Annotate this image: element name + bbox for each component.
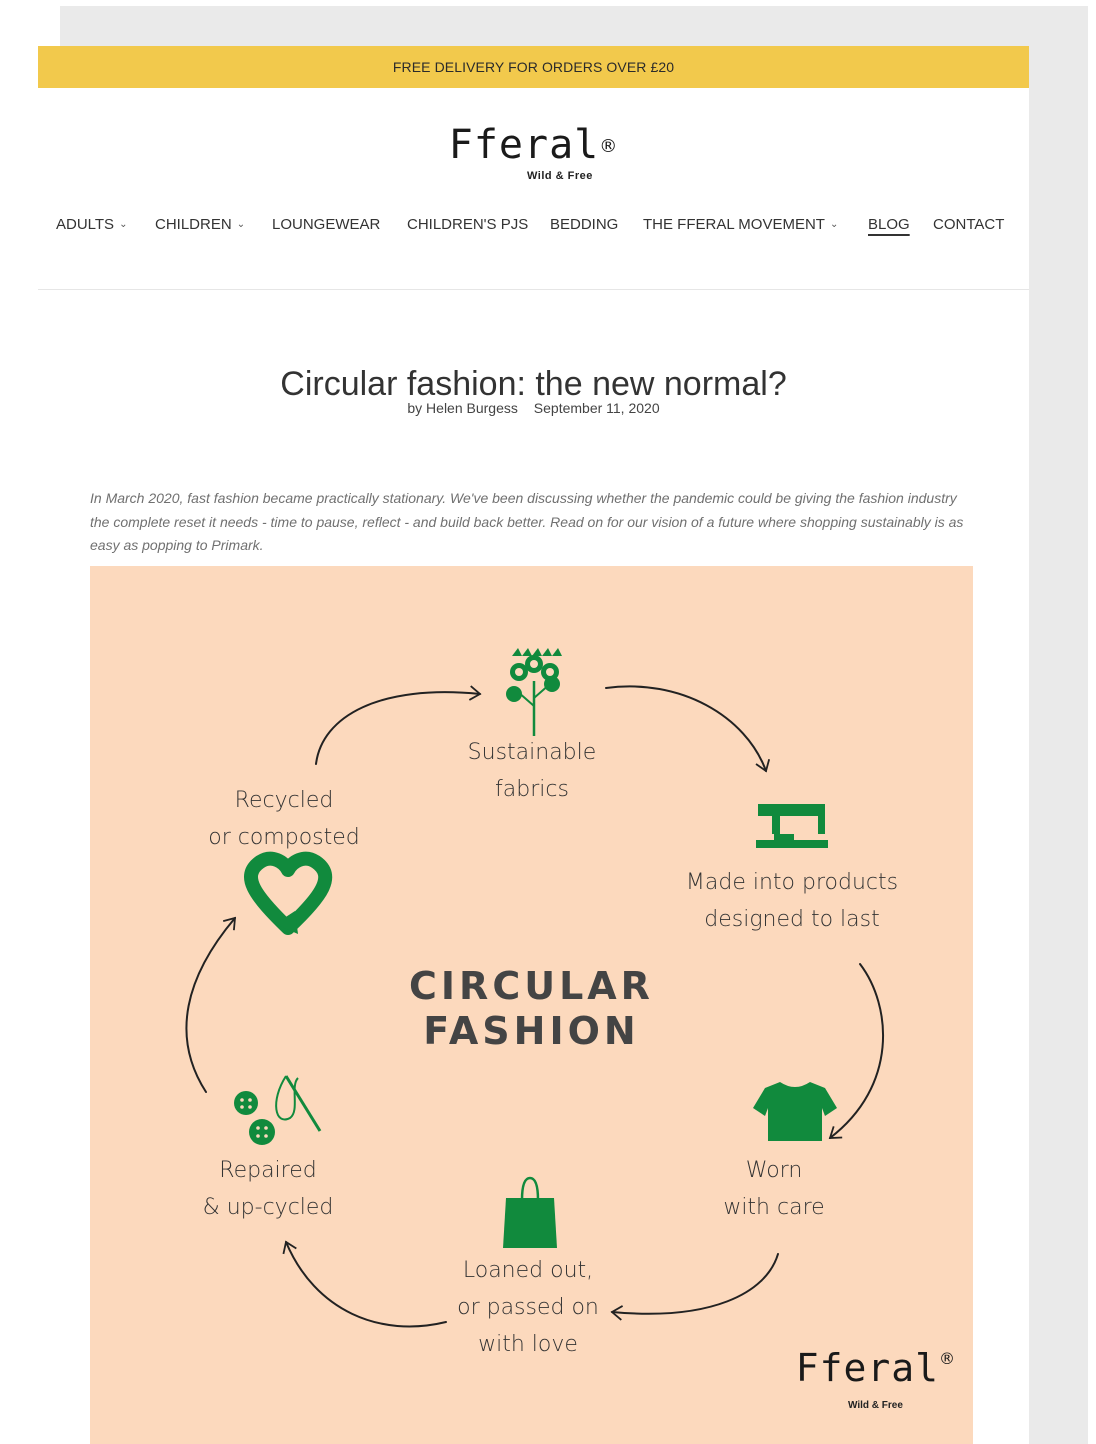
- cycle-arrow: [610, 1253, 779, 1321]
- infographic-watermark: Fferal® Wild & Free: [795, 1346, 956, 1411]
- nav-item-childrens-pjs[interactable]: CHILDREN'S PJS: [407, 216, 528, 233]
- nav-item-adults[interactable]: ADULTS ⌄: [56, 216, 127, 233]
- nav-item-blog[interactable]: BLOG: [868, 216, 910, 233]
- web-page: FREE DELIVERY FOR ORDERS OVER £20 Fferal…: [38, 46, 1029, 1444]
- buttons-needle-icon: [234, 1075, 322, 1145]
- nav-item-bedding[interactable]: BEDDING: [550, 216, 618, 233]
- step-loaned-out: Loaned out, or passed on with love: [457, 1258, 599, 1357]
- registered-mark: ®: [599, 136, 619, 157]
- chevron-down-icon: ⌄: [119, 219, 128, 230]
- promo-banner-text: FREE DELIVERY FOR ORDERS OVER £20: [392, 59, 675, 75]
- circular-fashion-infographic: Sustainable fabrics Made into products d…: [90, 566, 973, 1444]
- nav-item-loungewear[interactable]: LOUNGEWEAR: [272, 216, 380, 233]
- article-date: September 11, 2020: [533, 400, 660, 416]
- shopping-bag-icon: [503, 1176, 557, 1248]
- sewing-machine-icon: [756, 804, 828, 848]
- step-worn-with-care: Worn with care: [723, 1158, 825, 1220]
- logo-text: Fferal: [448, 122, 600, 168]
- recycle-heart-icon: [244, 851, 333, 935]
- article-title: Circular fashion: the new normal?: [280, 364, 787, 403]
- header-divider: [38, 289, 1029, 290]
- step-recycled-composted: Recycled or composted: [208, 788, 360, 850]
- nav-item-children[interactable]: CHILDREN ⌄: [155, 216, 245, 233]
- nav-item-fferal-movement[interactable]: THE FFERAL MOVEMENT ⌄: [643, 216, 838, 233]
- cycle-arrow: [605, 685, 771, 773]
- main-nav: ADULTS ⌄ CHILDREN ⌄ LOUNGEWEAR CHILDREN'S …: [38, 216, 1029, 246]
- cycle-arrow: [282, 1240, 447, 1328]
- tshirt-icon: [753, 1082, 837, 1141]
- cotton-plant-icon: [506, 648, 562, 736]
- chevron-down-icon: ⌄: [829, 219, 839, 230]
- infographic-title: CIRCULAR FASHION: [409, 964, 654, 1053]
- article-intro: In March 2020, fast fashion became pract…: [90, 490, 964, 553]
- step-made-into-products: Made into products designed to last: [685, 870, 899, 932]
- nav-item-contact[interactable]: CONTACT: [933, 216, 1004, 233]
- promo-banner[interactable]: FREE DELIVERY FOR ORDERS OVER £20: [38, 46, 1029, 88]
- chevron-down-icon: ⌄: [236, 219, 246, 230]
- article-author[interactable]: by Helen Burgess: [407, 400, 518, 416]
- logo-tagline: Wild & Free: [527, 170, 593, 182]
- site-logo[interactable]: Fferal® Wild & Free: [38, 122, 1029, 192]
- article-byline: by Helen Burgess September 11, 2020: [38, 400, 1029, 416]
- step-sustainable-fabrics: Sustainable fabrics: [467, 740, 597, 802]
- step-repaired-upcycled: Repaired & up-cycled: [202, 1158, 334, 1220]
